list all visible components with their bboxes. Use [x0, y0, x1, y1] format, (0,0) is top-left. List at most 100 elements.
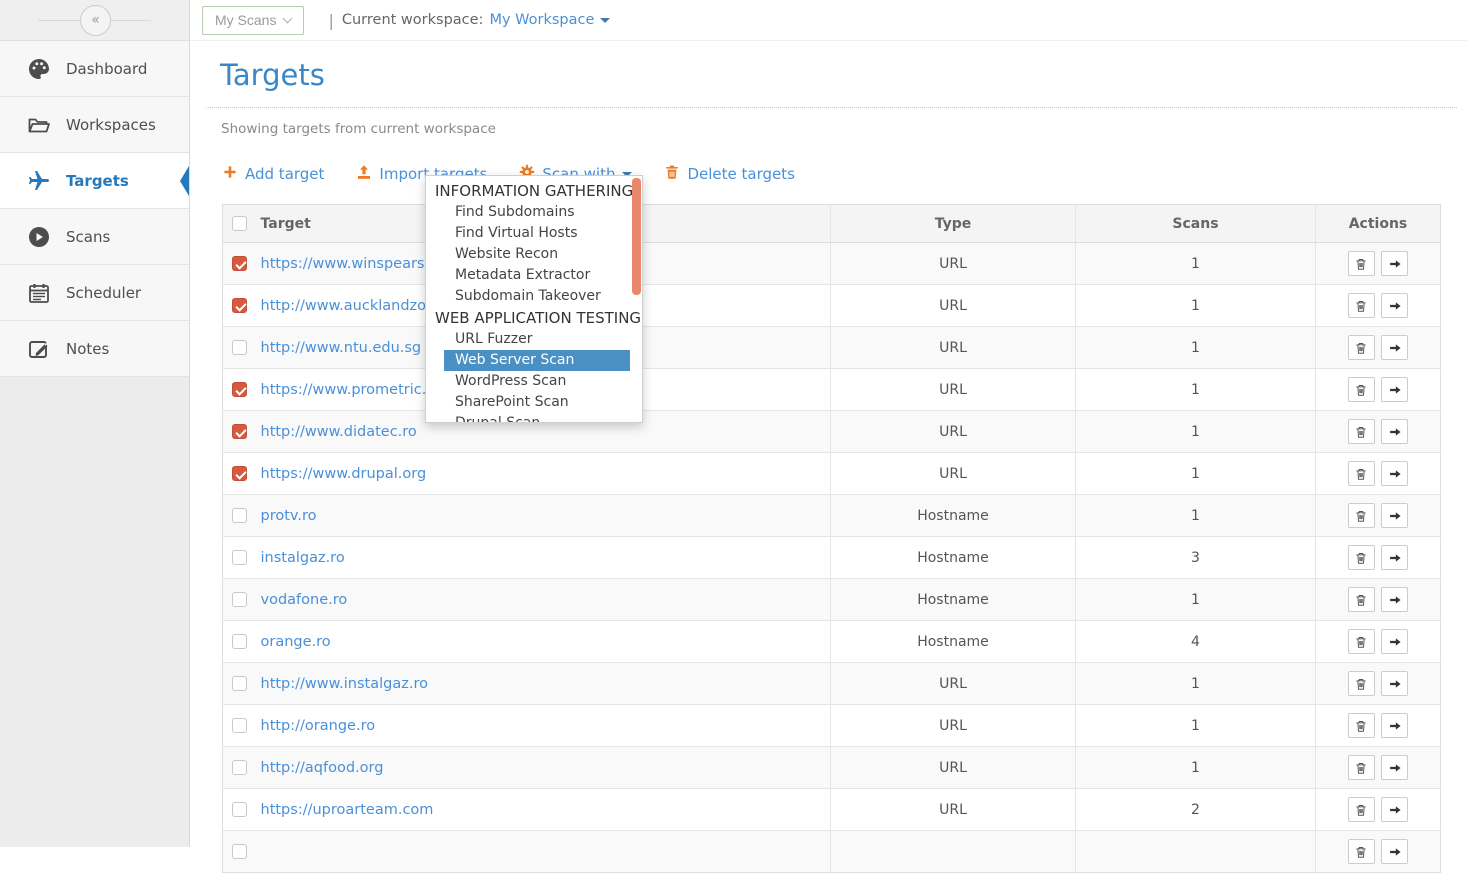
delete-target-row-button[interactable]	[1348, 839, 1375, 864]
delete-target-row-button[interactable]	[1348, 671, 1375, 696]
target-link[interactable]: vodafone.ro	[261, 592, 348, 608]
delete-target-row-button[interactable]	[1348, 797, 1375, 822]
caret-down-icon	[600, 18, 610, 23]
target-link[interactable]: protv.ro	[261, 508, 317, 524]
sidebar-item-scheduler[interactable]: Scheduler	[0, 265, 189, 321]
sidebar-collapse-button[interactable]: «	[80, 5, 111, 36]
target-link[interactable]: http://orange.ro	[261, 718, 376, 734]
delete-target-row-button[interactable]	[1348, 377, 1375, 402]
menu-item-drupal-scan[interactable]: Drupal Scan	[444, 413, 630, 423]
delete-target-row-button[interactable]	[1348, 587, 1375, 612]
delete-targets-label: Delete targets	[687, 165, 794, 183]
row-checkbox[interactable]	[232, 760, 247, 775]
open-target-button[interactable]	[1381, 461, 1408, 486]
sidebar-item-label: Notes	[66, 340, 109, 358]
row-checkbox[interactable]	[232, 844, 247, 859]
sidebar-item-workspaces[interactable]: Workspaces	[0, 97, 189, 153]
menu-item-web-server-scan[interactable]: Web Server Scan	[444, 350, 630, 371]
menu-item-wordpress-scan[interactable]: WordPress Scan	[444, 371, 630, 392]
target-scan-count: 1	[1076, 411, 1316, 453]
targets-icon	[26, 168, 52, 194]
target-type: Hostname	[831, 495, 1076, 537]
open-target-button[interactable]	[1381, 797, 1408, 822]
sidebar-item-dashboard[interactable]: Dashboard	[0, 41, 189, 97]
column-header-scans: Scans	[1076, 205, 1316, 243]
my-scans-button[interactable]: My Scans	[202, 6, 304, 35]
row-checkbox[interactable]	[232, 466, 247, 481]
target-link[interactable]: http://aqfood.org	[261, 760, 384, 776]
trash-icon	[664, 164, 680, 184]
target-link[interactable]: http://www.instalgaz.ro	[261, 676, 428, 692]
row-checkbox[interactable]	[232, 718, 247, 733]
menu-item-find-virtual-hosts[interactable]: Find Virtual Hosts	[444, 223, 630, 244]
open-target-button[interactable]	[1381, 293, 1408, 318]
row-checkbox[interactable]	[232, 298, 247, 313]
add-target-button[interactable]: Add target	[222, 164, 324, 184]
target-link[interactable]: https://www.drupal.org	[261, 466, 427, 482]
menu-item-website-recon[interactable]: Website Recon	[444, 244, 630, 265]
open-target-button[interactable]	[1381, 251, 1408, 276]
row-checkbox[interactable]	[232, 340, 247, 355]
target-link[interactable]: orange.ro	[261, 634, 331, 650]
open-target-button[interactable]	[1381, 587, 1408, 612]
open-target-button[interactable]	[1381, 545, 1408, 570]
delete-target-row-button[interactable]	[1348, 293, 1375, 318]
open-target-button[interactable]	[1381, 377, 1408, 402]
select-all-checkbox[interactable]	[232, 216, 247, 231]
scheduler-icon	[26, 280, 52, 306]
delete-target-row-button[interactable]	[1348, 545, 1375, 570]
row-checkbox[interactable]	[232, 634, 247, 649]
menu-item-subdomain-takeover[interactable]: Subdomain Takeover	[444, 286, 630, 307]
target-type: URL	[831, 369, 1076, 411]
row-checkbox[interactable]	[232, 508, 247, 523]
delete-targets-button[interactable]: Delete targets	[664, 164, 794, 184]
sidebar-item-targets[interactable]: Targets	[0, 153, 189, 209]
target-link[interactable]: http://www.didatec.ro	[261, 424, 417, 440]
table-row: orange.ro Hostname 4	[223, 621, 1441, 663]
open-target-button[interactable]	[1381, 629, 1408, 654]
topbar-divider: |	[328, 11, 333, 30]
open-target-button[interactable]	[1381, 755, 1408, 780]
row-checkbox[interactable]	[232, 592, 247, 607]
open-target-button[interactable]	[1381, 503, 1408, 528]
row-checkbox[interactable]	[232, 550, 247, 565]
open-target-button[interactable]	[1381, 419, 1408, 444]
menu-item-metadata-extractor[interactable]: Metadata Extractor	[444, 265, 630, 286]
page-title: Targets	[220, 58, 1467, 92]
delete-target-row-button[interactable]	[1348, 629, 1375, 654]
target-link[interactable]: https://uproarteam.com	[261, 802, 434, 818]
open-target-button[interactable]	[1381, 839, 1408, 864]
column-header-actions: Actions	[1316, 205, 1441, 243]
row-checkbox[interactable]	[232, 256, 247, 271]
workspace-name: My Workspace	[489, 12, 594, 28]
target-link[interactable]: http://www.ntu.edu.sg	[261, 340, 422, 356]
sidebar-item-label: Scheduler	[66, 284, 141, 302]
open-target-button[interactable]	[1381, 713, 1408, 738]
column-header-type: Type	[831, 205, 1076, 243]
row-checkbox[interactable]	[232, 382, 247, 397]
row-checkbox[interactable]	[232, 424, 247, 439]
delete-target-row-button[interactable]	[1348, 251, 1375, 276]
sidebar-item-label: Workspaces	[66, 116, 156, 134]
delete-target-row-button[interactable]	[1348, 755, 1375, 780]
menu-scrollbar-thumb[interactable]	[632, 178, 641, 295]
delete-target-row-button[interactable]	[1348, 461, 1375, 486]
sidebar-item-notes[interactable]: Notes	[0, 321, 189, 377]
sidebar-item-label: Targets	[66, 172, 129, 190]
menu-item-find-subdomains[interactable]: Find Subdomains	[444, 202, 630, 223]
sidebar-item-scans[interactable]: Scans	[0, 209, 189, 265]
row-checkbox[interactable]	[232, 676, 247, 691]
sidebar-collapse-bar: «	[0, 0, 189, 41]
delete-target-row-button[interactable]	[1348, 713, 1375, 738]
delete-target-row-button[interactable]	[1348, 419, 1375, 444]
delete-target-row-button[interactable]	[1348, 503, 1375, 528]
target-link[interactable]: instalgaz.ro	[261, 550, 345, 566]
workspace-selector[interactable]: My Workspace	[489, 12, 610, 28]
open-target-button[interactable]	[1381, 671, 1408, 696]
open-target-button[interactable]	[1381, 335, 1408, 360]
target-type: URL	[831, 243, 1076, 285]
menu-item-url-fuzzer[interactable]: URL Fuzzer	[444, 329, 630, 350]
row-checkbox[interactable]	[232, 802, 247, 817]
menu-item-sharepoint-scan[interactable]: SharePoint Scan	[444, 392, 630, 413]
delete-target-row-button[interactable]	[1348, 335, 1375, 360]
